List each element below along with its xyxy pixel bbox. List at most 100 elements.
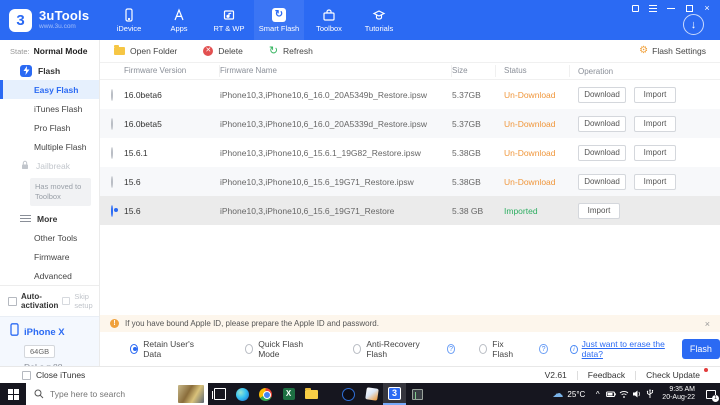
import-button[interactable]: Import xyxy=(634,173,676,190)
date-label: 20-Aug-22 xyxy=(662,394,695,401)
help-icon[interactable]: ? xyxy=(539,344,548,354)
nav-toolbox[interactable]: Toolbox xyxy=(304,0,354,40)
help-icon[interactable]: ? xyxy=(446,344,456,354)
option-radio[interactable] xyxy=(479,344,488,354)
menu-icon[interactable] xyxy=(648,3,658,13)
weather-widget[interactable]: ☁ 25°C xyxy=(546,388,591,400)
option-fix-flash[interactable]: Fix Flash xyxy=(479,339,518,359)
refresh-icon: ↻ xyxy=(268,45,279,57)
close-button[interactable]: × xyxy=(702,3,712,13)
row-radio[interactable] xyxy=(111,146,113,159)
window-controls: × xyxy=(630,3,712,13)
close-itunes-checkbox[interactable] xyxy=(22,370,31,380)
sidebar-item-pro-flash[interactable]: Pro Flash xyxy=(0,118,99,137)
sidebar-item-easy-flash[interactable]: Easy Flash xyxy=(0,80,99,99)
table-row[interactable]: 16.0beta5 iPhone10,3,iPhone10,6_16.0_20A… xyxy=(100,109,720,138)
open-folder-button[interactable]: Open Folder xyxy=(114,45,177,56)
row-radio[interactable] xyxy=(111,175,113,188)
activation-options: Auto-activation Skip setup xyxy=(0,285,99,316)
update-red-dot xyxy=(704,368,708,372)
row-radio[interactable] xyxy=(111,117,113,130)
nav-apps[interactable]: Apps xyxy=(154,0,204,40)
status-badge: Un-Download xyxy=(504,147,556,158)
import-button[interactable]: Import xyxy=(634,144,676,161)
network-icon[interactable] xyxy=(617,383,630,405)
smart-flash-icon: ↻ xyxy=(272,7,286,22)
gift-icon[interactable] xyxy=(630,3,640,13)
sidebar-item-other-tools[interactable]: Other Tools xyxy=(0,228,99,247)
firmware-toolbar: Open Folder ✕ Delete ↻ Refresh ⚙ Flash S… xyxy=(100,40,720,62)
3utools-app-active[interactable]: 3 xyxy=(383,383,406,405)
delete-button[interactable]: ✕ Delete xyxy=(203,46,243,56)
close-itunes-option[interactable]: Close iTunes xyxy=(10,370,85,380)
bin-app[interactable] xyxy=(406,383,429,405)
import-button[interactable]: Import xyxy=(634,115,676,132)
check-update-link[interactable]: Check Update xyxy=(636,368,710,380)
option-radio[interactable] xyxy=(244,344,254,354)
excel-app[interactable]: X xyxy=(277,383,300,405)
download-button[interactable]: Download xyxy=(578,86,626,103)
status-badge: Imported xyxy=(504,205,538,216)
delete-icon: ✕ xyxy=(203,46,214,56)
option-quick-flash-mode[interactable]: Quick Flash Mode xyxy=(244,339,312,359)
taskbar-clock[interactable]: 9:35 AM 20-Aug-22 xyxy=(656,386,702,403)
sidebar-item-itunes-flash[interactable]: iTunes Flash xyxy=(0,99,99,118)
sidebar-item-flash[interactable]: Flash xyxy=(0,61,99,80)
sidebar-item-multiple-flash[interactable]: Multiple Flash xyxy=(0,137,99,156)
sidebar: State: Normal Mode Flash Easy Flash iTun… xyxy=(0,40,100,381)
option-radio[interactable] xyxy=(130,344,139,354)
table-row[interactable]: 15.6 iPhone10,3,iPhone10,6_15.6_19G71_Re… xyxy=(100,167,720,196)
start-button[interactable] xyxy=(0,383,26,405)
notification-center-button[interactable]: 1 xyxy=(702,383,720,405)
notice-close-icon[interactable]: × xyxy=(705,319,710,329)
table-row-selected[interactable]: 15.6 iPhone10,3,iPhone10,6_15.6_19G71_Re… xyxy=(100,196,720,225)
nav-tutorials[interactable]: Tutorials xyxy=(354,0,404,40)
orange-app[interactable] xyxy=(360,383,383,405)
sidebar-item-firmware[interactable]: Firmware xyxy=(0,247,99,266)
import-button[interactable]: Import xyxy=(578,202,620,219)
edge-app[interactable] xyxy=(231,383,254,405)
erase-data-link[interactable]: i Just want to erase the data? xyxy=(570,339,666,359)
option-anti-recovery-flash[interactable]: Anti-Recovery Flash xyxy=(353,339,426,359)
minimize-to-float-button[interactable]: ↓ xyxy=(683,14,704,35)
row-radio-selected[interactable] xyxy=(111,204,113,217)
option-radio[interactable] xyxy=(353,344,362,354)
3utools-icon: 3 xyxy=(388,386,401,400)
row-radio[interactable] xyxy=(111,88,113,101)
sidebar-item-more[interactable]: More xyxy=(0,209,99,228)
file-explorer-app[interactable] xyxy=(300,383,323,405)
volume-icon[interactable] xyxy=(630,383,643,405)
option-retain-users-data[interactable]: Retain User's Data xyxy=(130,339,199,359)
feedback-link[interactable]: Feedback xyxy=(578,370,635,380)
nav-smart-flash[interactable]: ↻ Smart Flash xyxy=(254,0,304,40)
task-view-button[interactable] xyxy=(208,383,231,405)
refresh-button[interactable]: ↻ Refresh xyxy=(268,45,313,57)
more-icon xyxy=(20,215,31,223)
download-button[interactable]: Download xyxy=(578,144,626,161)
edge-icon xyxy=(236,387,249,401)
download-button[interactable]: Download xyxy=(578,173,626,190)
hidden-icons-chevron[interactable]: ^ xyxy=(591,383,604,405)
search-input[interactable] xyxy=(50,389,172,399)
nav-rt-wp[interactable]: RT & WP xyxy=(204,0,254,40)
download-button[interactable]: Download xyxy=(578,115,626,132)
usb-icon[interactable] xyxy=(643,383,656,405)
chrome-app[interactable] xyxy=(254,383,277,405)
battery-icon[interactable] xyxy=(604,383,617,405)
import-button[interactable]: Import xyxy=(634,86,676,103)
table-row[interactable]: 15.6.1 iPhone10,3,iPhone10,6_15.6.1_19G8… xyxy=(100,138,720,167)
nav-idevice[interactable]: iDevice xyxy=(104,0,154,40)
taskbar-search[interactable] xyxy=(26,383,208,405)
table-row[interactable]: 16.0beta6 iPhone10,3,iPhone10,6_16.0_20A… xyxy=(100,80,720,109)
minimize-button[interactable] xyxy=(666,3,676,13)
flash-button[interactable]: Flash xyxy=(681,339,720,359)
device-name[interactable]: iPhone X xyxy=(24,327,65,338)
dark-circle-app[interactable] xyxy=(337,383,360,405)
auto-activation-checkbox[interactable] xyxy=(8,296,17,306)
sidebar-item-advanced[interactable]: Advanced xyxy=(0,266,99,285)
search-highlight-image[interactable] xyxy=(178,385,204,403)
restore-button[interactable] xyxy=(684,3,694,13)
skip-setup-checkbox[interactable] xyxy=(62,297,71,306)
app-statusbar: Close iTunes V2.61 Feedback Check Update xyxy=(0,366,720,383)
flash-settings-button[interactable]: ⚙ Flash Settings xyxy=(639,46,706,57)
